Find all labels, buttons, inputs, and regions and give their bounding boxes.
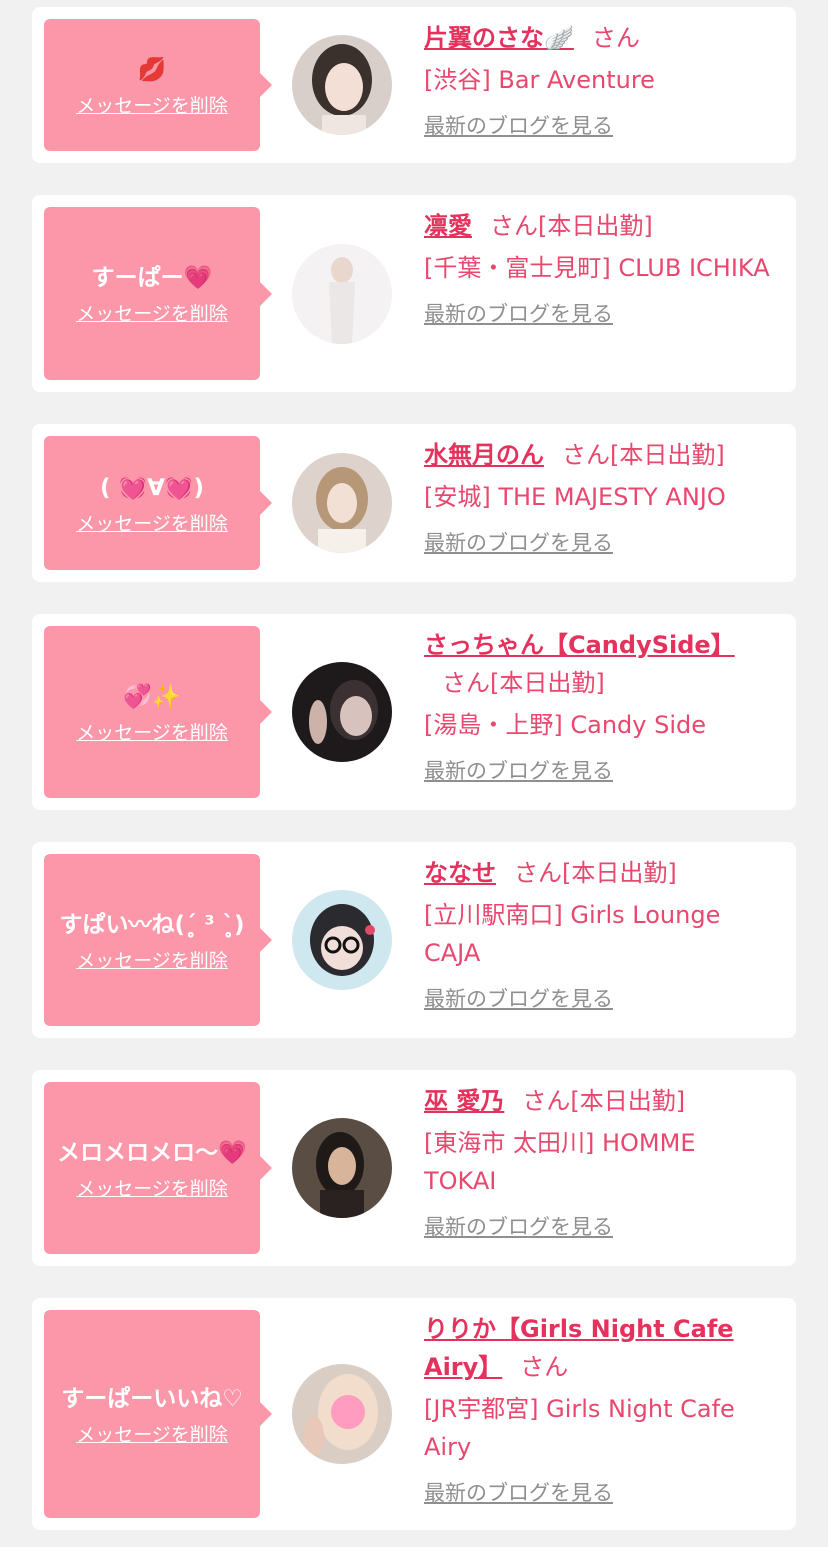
message-text: メロメロメロ〜💗: [57, 1139, 247, 1166]
shop-name: [立川駅南口] Girls Lounge CAJA: [424, 901, 721, 967]
blog-link[interactable]: 最新のブログを見る: [424, 299, 613, 329]
list-item: ( 💓∀💓) メッセージを削除 水無月のん さん[本日出勤] [安城] THE M…: [32, 424, 796, 582]
delete-message-link[interactable]: メッセージを削除: [76, 1174, 228, 1201]
blog-link[interactable]: 最新のブログを見る: [424, 111, 613, 141]
avatar[interactable]: [292, 244, 392, 344]
item-info: さっちゃん【CandySide】さん[本日出勤] [湯島・上野] Candy S…: [424, 626, 774, 786]
message-list: 💋 メッセージを削除 片翼のさな🪽 さん [渋谷] Bar Aventure 最新…: [0, 0, 828, 1547]
shop-name: [渋谷] Bar Aventure: [424, 66, 655, 94]
list-item: メロメロメロ〜💗 メッセージを削除 巫 愛乃 さん[本日出勤] [東海市 太田川]…: [32, 1070, 796, 1266]
list-item: すーぱーいいね♡ メッセージを削除 りりか【Girls Night Cafe A…: [32, 1298, 796, 1530]
message-text: ( 💓∀💓): [99, 474, 205, 501]
shop-name: [JR宇都宮] Girls Night Cafe Airy: [424, 1395, 735, 1461]
blog-link[interactable]: 最新のブログを見る: [424, 756, 613, 786]
item-info: 巫 愛乃 さん[本日出勤] [東海市 太田川] HOMME TOKAI 最新のブロ…: [424, 1082, 774, 1242]
message-bubble: 💋 メッセージを削除: [44, 19, 272, 151]
list-item: すぱい〰ね(ˊ̥̥̥̥̥ ³ ˋ̥̥̥̥̥) メッセージを削除 ななせ さん[本日…: [32, 842, 796, 1038]
cast-name-link[interactable]: 片翼のさな🪽: [424, 24, 574, 52]
cast-name-link[interactable]: りりか【Girls Night Cafe Airy】: [424, 1315, 734, 1381]
message-bubble: すーぱーいいね♡ メッセージを削除: [44, 1310, 272, 1518]
delete-message-link[interactable]: メッセージを削除: [76, 299, 228, 326]
shop-name: [安城] THE MAJESTY ANJO: [424, 483, 726, 511]
message-bubble: すぱい〰ね(ˊ̥̥̥̥̥ ³ ˋ̥̥̥̥̥) メッセージを削除: [44, 854, 272, 1026]
avatar[interactable]: [292, 662, 392, 762]
shop-name: [千葉・富士見町] CLUB ICHIKA: [424, 254, 770, 282]
message-bubble: 💞✨ メッセージを削除: [44, 626, 272, 798]
delete-message-link[interactable]: メッセージを削除: [76, 718, 228, 745]
honorific: さん: [514, 859, 562, 887]
cast-name-link[interactable]: 凛愛: [424, 212, 472, 240]
delete-message-link[interactable]: メッセージを削除: [76, 1420, 228, 1447]
list-item: すーぱー💗 メッセージを削除 凛愛 さん[本日出勤] [千葉・富士見町] CLUB…: [32, 195, 796, 392]
honorific: さん: [490, 212, 538, 240]
item-info: 凛愛 さん[本日出勤] [千葉・富士見町] CLUB ICHIKA 最新のブログを…: [424, 207, 774, 329]
avatar[interactable]: [292, 453, 392, 553]
message-text: 💞✨: [123, 683, 181, 710]
status-text: [本日出勤]: [562, 859, 677, 887]
message-bubble: メロメロメロ〜💗 メッセージを削除: [44, 1082, 272, 1254]
list-item: 💋 メッセージを削除 片翼のさな🪽 さん [渋谷] Bar Aventure 最新…: [32, 7, 796, 163]
blog-link[interactable]: 最新のブログを見る: [424, 1212, 613, 1242]
cast-name-link[interactable]: さっちゃん【CandySide】: [424, 631, 735, 659]
honorific: さん: [591, 24, 640, 52]
shop-name: [東海市 太田川] HOMME TOKAI: [424, 1129, 696, 1195]
blog-link[interactable]: 最新のブログを見る: [424, 528, 613, 558]
message-bubble: ( 💓∀💓) メッセージを削除: [44, 436, 272, 570]
avatar[interactable]: [292, 1118, 392, 1218]
shop-name: [湯島・上野] Candy Side: [424, 711, 706, 739]
cast-name-link[interactable]: 水無月のん: [424, 441, 544, 469]
item-info: 水無月のん さん[本日出勤] [安城] THE MAJESTY ANJO 最新のブ…: [424, 436, 774, 558]
message-text: 💋: [137, 56, 167, 83]
delete-message-link[interactable]: メッセージを削除: [76, 509, 228, 536]
honorific: さん: [522, 1087, 571, 1115]
avatar[interactable]: [292, 890, 392, 990]
honorific: さん: [562, 441, 610, 469]
item-info: 片翼のさな🪽 さん [渋谷] Bar Aventure 最新のブログを見る: [424, 19, 774, 141]
delete-message-link[interactable]: メッセージを削除: [76, 91, 228, 118]
honorific: さん: [520, 1353, 569, 1381]
message-bubble: すーぱー💗 メッセージを削除: [44, 207, 272, 380]
delete-message-link[interactable]: メッセージを削除: [76, 946, 228, 973]
status-text: [本日出勤]: [490, 669, 605, 697]
message-text: すーぱー💗: [91, 265, 213, 291]
status-text: [本日出勤]: [538, 212, 653, 240]
message-text: すーぱーいいね♡: [61, 1385, 243, 1412]
avatar[interactable]: [292, 1364, 392, 1464]
list-item: 💞✨ メッセージを削除 さっちゃん【CandySide】さん[本日出勤] [湯島…: [32, 614, 796, 810]
avatar[interactable]: [292, 35, 392, 135]
item-info: ななせ さん[本日出勤] [立川駅南口] Girls Lounge CAJA 最新…: [424, 854, 774, 1014]
blog-link[interactable]: 最新のブログを見る: [424, 1478, 613, 1508]
blog-link[interactable]: 最新のブログを見る: [424, 984, 613, 1014]
cast-name-link[interactable]: ななせ: [424, 859, 496, 887]
honorific: さん: [442, 669, 490, 697]
cast-name-link[interactable]: 巫 愛乃: [424, 1087, 504, 1115]
status-text: [本日出勤]: [610, 441, 725, 469]
status-text: [本日出勤]: [570, 1087, 686, 1115]
message-text: すぱい〰ね(ˊ̥̥̥̥̥ ³ ˋ̥̥̥̥̥): [59, 911, 245, 938]
item-info: りりか【Girls Night Cafe Airy】 さん [JR宇都宮] Gir…: [424, 1310, 774, 1508]
